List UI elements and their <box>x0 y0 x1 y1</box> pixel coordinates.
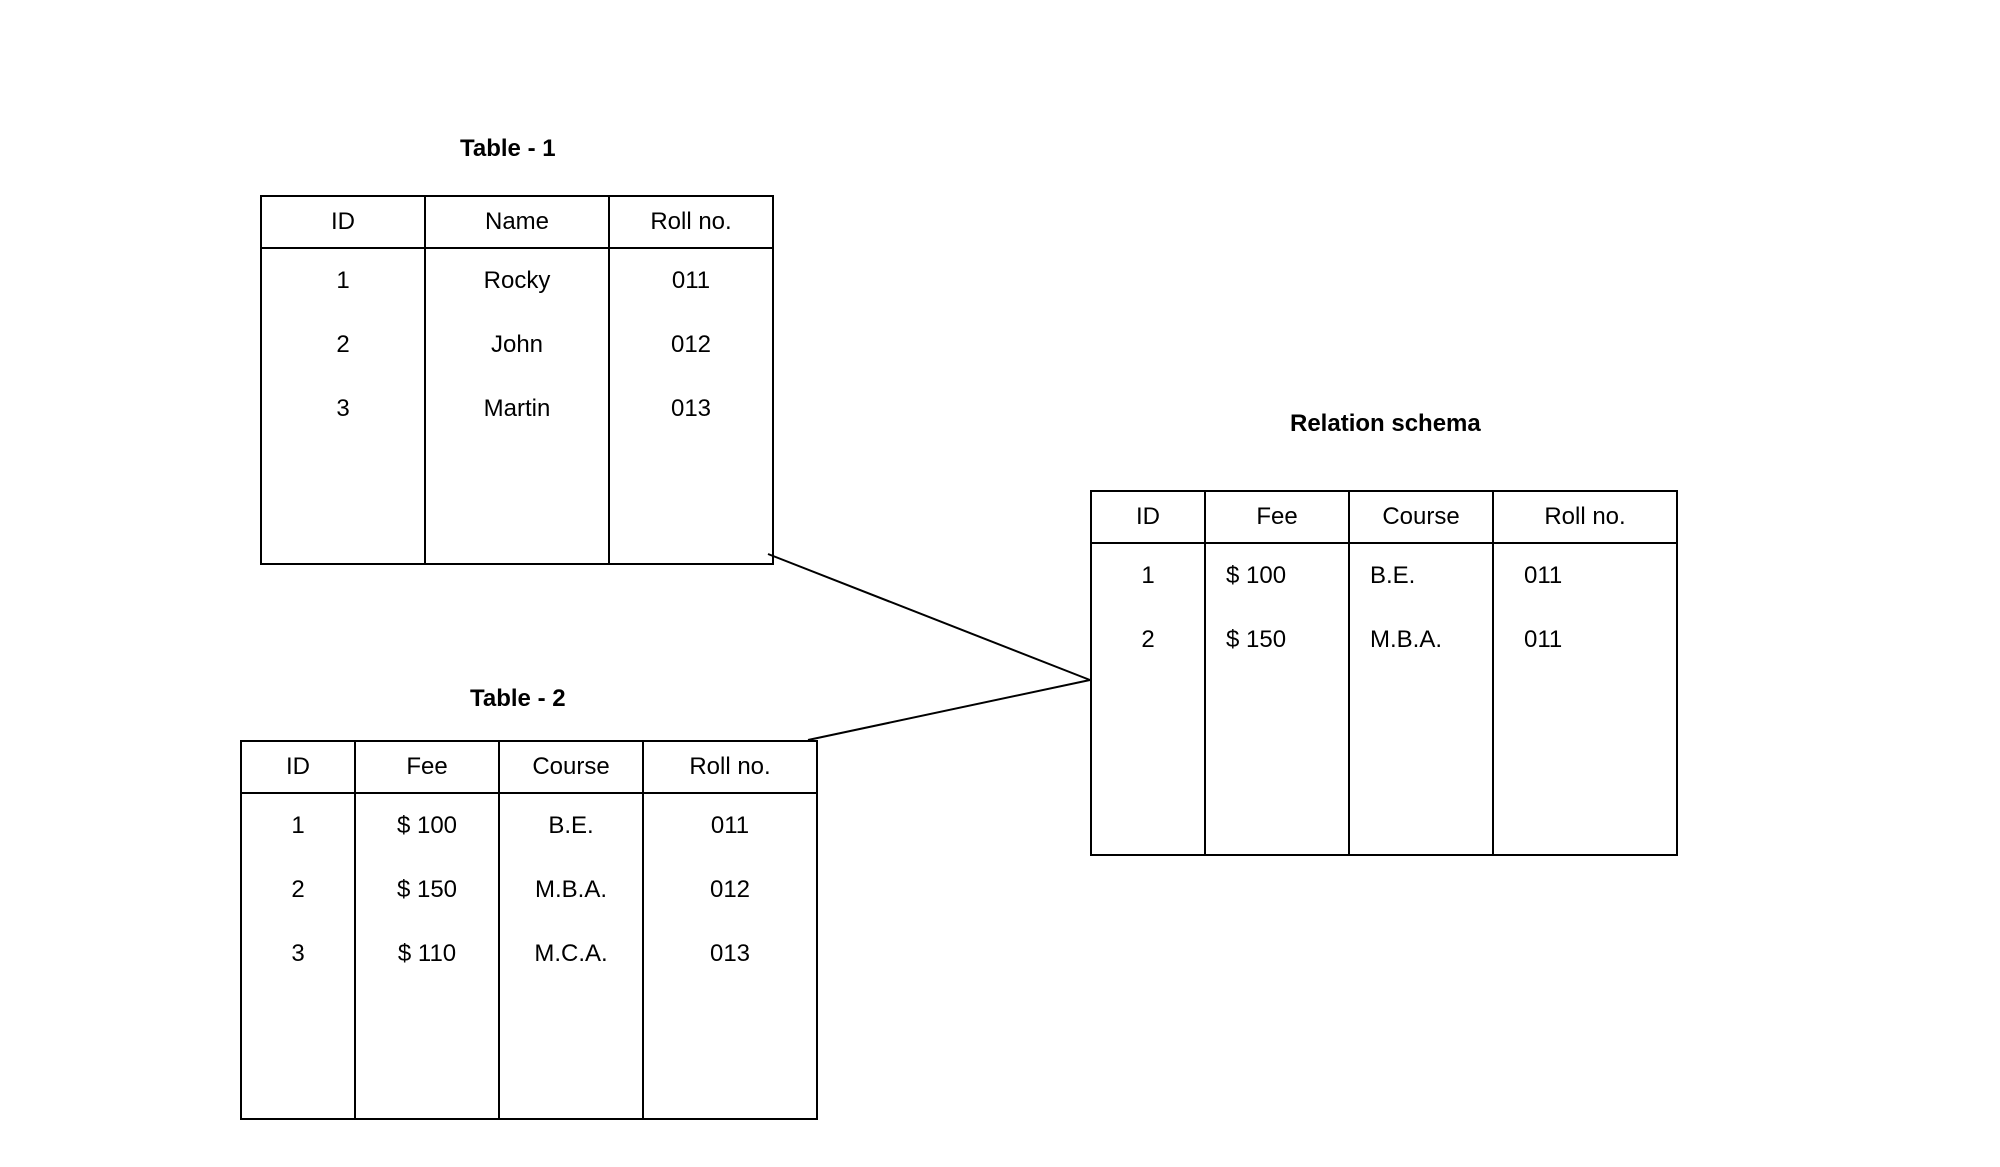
table-row: 1 Rocky 011 <box>261 248 773 313</box>
cell: 013 <box>609 377 773 441</box>
cell: John <box>425 313 609 377</box>
cell: 3 <box>261 377 425 441</box>
cell: $ 100 <box>355 793 499 858</box>
table-row: ID Name Roll no. <box>261 196 773 248</box>
cell: $ 100 <box>1205 543 1349 608</box>
connector-table2-to-relation <box>808 680 1090 740</box>
cell: 1 <box>261 248 425 313</box>
table-row <box>261 441 773 564</box>
cell: M.B.A. <box>1349 608 1493 672</box>
table-row <box>241 986 817 1119</box>
cell: 2 <box>241 858 355 922</box>
relation-header-id: ID <box>1091 491 1205 543</box>
table-row: 2 $ 150 M.B.A. 012 <box>241 858 817 922</box>
cell-empty <box>261 441 425 564</box>
cell-empty <box>1205 672 1349 855</box>
cell: 3 <box>241 922 355 986</box>
table-row <box>1091 672 1677 855</box>
table-row: 2 $ 150 M.B.A. 011 <box>1091 608 1677 672</box>
table-row: 3 $ 110 M.C.A. 013 <box>241 922 817 986</box>
relation-header-fee: Fee <box>1205 491 1349 543</box>
cell-empty <box>1493 672 1677 855</box>
cell: 012 <box>643 858 817 922</box>
table-row: 1 $ 100 B.E. 011 <box>241 793 817 858</box>
table-row: 1 $ 100 B.E. 011 <box>1091 543 1677 608</box>
table-row: ID Fee Course Roll no. <box>1091 491 1677 543</box>
table-row: 2 John 012 <box>261 313 773 377</box>
cell-empty <box>499 986 643 1119</box>
cell: 011 <box>1493 608 1677 672</box>
relation-schema-title: Relation schema <box>1290 410 1481 438</box>
cell-empty <box>609 441 773 564</box>
cell: B.E. <box>1349 543 1493 608</box>
cell: 1 <box>241 793 355 858</box>
cell: 011 <box>643 793 817 858</box>
cell-empty <box>241 986 355 1119</box>
cell-empty <box>355 986 499 1119</box>
cell: M.B.A. <box>499 858 643 922</box>
cell: 012 <box>609 313 773 377</box>
cell: M.C.A. <box>499 922 643 986</box>
cell-empty <box>1349 672 1493 855</box>
cell: Rocky <box>425 248 609 313</box>
cell: 013 <box>643 922 817 986</box>
cell: B.E. <box>499 793 643 858</box>
relation-header-course: Course <box>1349 491 1493 543</box>
relation-schema-table: ID Fee Course Roll no. 1 $ 100 B.E. 011 … <box>1090 490 1678 856</box>
table-2-header-course: Course <box>499 741 643 793</box>
cell-empty <box>1091 672 1205 855</box>
cell: $ 150 <box>1205 608 1349 672</box>
table-row: ID Fee Course Roll no. <box>241 741 817 793</box>
table-1-header-id: ID <box>261 196 425 248</box>
connector-table1-to-relation <box>768 554 1090 680</box>
cell: $ 150 <box>355 858 499 922</box>
cell-empty <box>643 986 817 1119</box>
cell: 011 <box>1493 543 1677 608</box>
table-row: 3 Martin 013 <box>261 377 773 441</box>
cell: Martin <box>425 377 609 441</box>
table-2-header-rollno: Roll no. <box>643 741 817 793</box>
table-1: ID Name Roll no. 1 Rocky 011 2 John 012 … <box>260 195 774 565</box>
table-1-header-rollno: Roll no. <box>609 196 773 248</box>
table-2-title: Table - 2 <box>470 685 566 713</box>
cell-empty <box>425 441 609 564</box>
cell: $ 110 <box>355 922 499 986</box>
table-1-title: Table - 1 <box>460 135 556 163</box>
cell: 2 <box>261 313 425 377</box>
relation-header-rollno: Roll no. <box>1493 491 1677 543</box>
table-2-header-id: ID <box>241 741 355 793</box>
cell: 011 <box>609 248 773 313</box>
cell: 1 <box>1091 543 1205 608</box>
table-2: ID Fee Course Roll no. 1 $ 100 B.E. 011 … <box>240 740 818 1120</box>
table-1-header-name: Name <box>425 196 609 248</box>
table-2-header-fee: Fee <box>355 741 499 793</box>
cell: 2 <box>1091 608 1205 672</box>
